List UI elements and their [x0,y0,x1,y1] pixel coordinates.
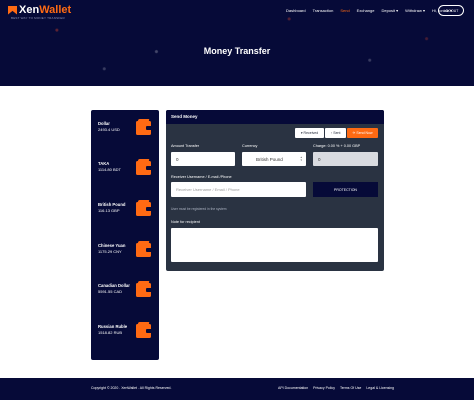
logo-text: XenWallet [19,4,72,16]
footer: Copyright © 2020 . XenWallet . All Right… [0,378,474,400]
note-textarea[interactable] [171,228,378,262]
currency-value: British Pound [256,156,283,162]
balance-amount: 2493.4 USD [98,127,120,132]
wallet-icon [136,161,151,175]
nav-dashboard[interactable]: Dashboard [286,8,306,13]
balance-card: TAKA 1114.80 BDT [91,150,159,197]
footer-link-legal[interactable]: Legal & Licensing [366,386,394,390]
charge-field: 0 [313,152,378,166]
receiver-label: Receiver Username / E-mail /Phone [171,175,232,179]
header-hero: XenWallet BEST WAY TO MONEY TRANSFER Das… [0,0,474,86]
nav-withdraw[interactable]: Withdraw ▾ [405,8,425,13]
nav-deposit[interactable]: Deposit ▾ [381,8,398,13]
wallet-icon [136,283,151,297]
balance-card: Russian Ruble 1518.82 RUB [91,313,159,360]
wallet-icon [136,202,151,216]
balance-amount: 116.13 GBP [98,208,120,213]
balance-amount: 1518.82 RUB [98,330,123,335]
balance-name: Russian Ruble [98,324,128,329]
balance-card: Canadian Dollar 5591.55 CAD [91,272,159,319]
wallet-icon [136,324,151,338]
footer-links: API Documentation Privacy Policy Terms O… [278,386,399,390]
received-button[interactable]: ▾ Received [295,128,324,138]
receiver-hint: User must be registered in the system [171,207,227,211]
panel-title: Send Money [166,110,384,124]
balance-amount: 1114.80 BDT [98,167,121,172]
balance-name: British Pound [98,202,126,207]
charge-value: 0 [318,156,321,162]
balance-card: British Pound 116.13 GBP [91,191,159,238]
wallet-icon [136,243,151,257]
page-title: Money Transfer [203,46,271,56]
wallet-icon [136,121,151,135]
footer-link-terms[interactable]: Terms Of Use [340,386,361,390]
logo-text-accent: Wallet [39,4,72,16]
balance-name: TAKA [98,161,110,166]
send-money-panel: Send Money ▾ Received ↑ Sent ✈ Send Now … [166,110,384,271]
amount-value: 0 [176,156,179,162]
logo-mark-icon [8,5,17,15]
currency-label: Currency [242,144,258,148]
balance-name: Chinese Yuan [98,243,126,248]
receiver-input[interactable]: Receiver Username / Email / Phone [171,182,306,197]
logo-tagline: BEST WAY TO MONEY TRANSFER [11,16,65,20]
nav-send[interactable]: Send [340,8,349,13]
main-nav: Dashboard Transaction Send Exchange Depo… [286,8,459,13]
footer-link-api[interactable]: API Documentation [278,386,308,390]
select-arrows-icon: ▴ ▾ [300,155,302,162]
amount-input[interactable]: 0 [171,152,235,166]
nav-exchange[interactable]: Exchange [357,8,375,13]
receiver-placeholder: Receiver Username / Email / Phone [176,187,240,192]
balance-amount: 1175.29 CNY [98,249,122,254]
balance-name: Dollar [98,121,110,126]
note-label: Note for recipient [171,220,200,224]
currency-select[interactable]: British Pound ▴ ▾ [242,152,306,166]
send-now-button[interactable]: ✈ Send Now [347,128,378,138]
footer-link-privacy[interactable]: Privacy Policy [313,386,335,390]
sent-button[interactable]: ↑ Sent [325,128,346,138]
protection-button[interactable]: PROTECTION [313,182,378,197]
nav-transaction[interactable]: Transaction [313,8,334,13]
logo-text-main: Xen [19,4,40,16]
balance-amount: 5591.55 CAD [98,289,123,294]
logout-button[interactable]: LOGOUT [438,5,464,16]
charge-label: Charge: 0.00 % + 0.00 GBP [313,144,361,148]
balance-name: Canadian Dollar [98,283,130,288]
copyright-text: Copyright © 2020 . XenWallet . All Right… [91,386,172,390]
logo[interactable]: XenWallet [8,4,72,16]
amount-label: Amount Transfer [171,144,200,148]
